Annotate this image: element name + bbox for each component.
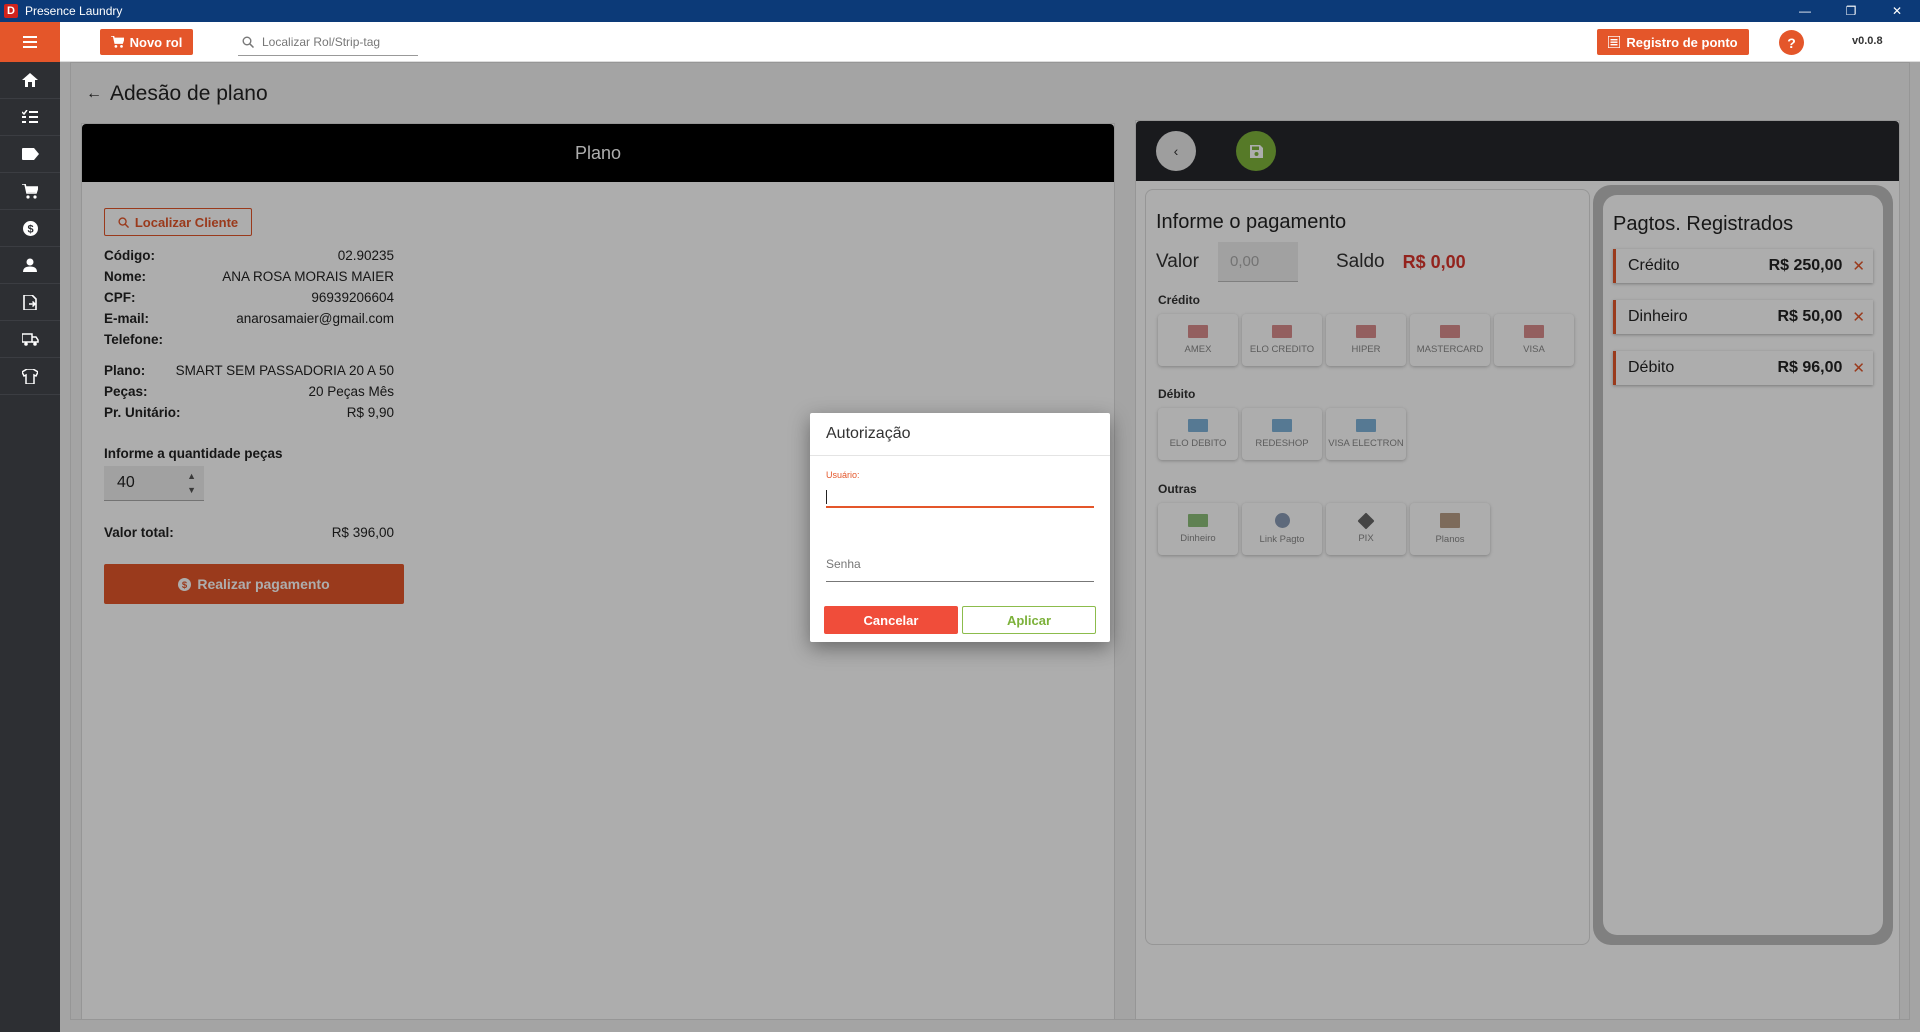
restore-icon[interactable]: ❐ xyxy=(1828,0,1874,22)
senha-placeholder: Senha xyxy=(826,557,861,571)
sidebar-item-checklist[interactable] xyxy=(0,99,60,136)
search-icon xyxy=(242,36,254,48)
novo-rol-button[interactable]: Novo rol xyxy=(100,29,193,55)
usuario-input[interactable] xyxy=(826,480,1094,508)
document-icon xyxy=(23,294,37,310)
registro-label: Registro de ponto xyxy=(1626,34,1738,50)
sidebar-item-home[interactable] xyxy=(0,62,60,99)
shirt-icon xyxy=(22,368,38,384)
tag-icon xyxy=(21,148,39,160)
help-icon[interactable]: ? xyxy=(1779,30,1804,55)
topbar: Novo rol Localizar Rol/Strip-tag Registr… xyxy=(60,22,1920,62)
search-input[interactable]: Localizar Rol/Strip-tag xyxy=(238,28,418,56)
dialog-title: Autorização xyxy=(810,413,1110,456)
sidebar-item-tag[interactable] xyxy=(0,136,60,173)
novo-rol-label: Novo rol xyxy=(129,34,183,50)
svg-text:$: $ xyxy=(27,223,33,235)
sidebar-item-person[interactable] xyxy=(0,247,60,284)
registro-de-ponto-button[interactable]: Registro de ponto xyxy=(1597,29,1749,55)
sidebar-item-delivery[interactable] xyxy=(0,321,60,358)
list-icon xyxy=(1608,36,1621,48)
search-placeholder: Localizar Rol/Strip-tag xyxy=(262,34,381,49)
minimize-icon[interactable]: — xyxy=(1782,0,1828,22)
app-logo-icon: D xyxy=(4,4,18,18)
authorization-dialog: Autorização Usuário: Senha Cancelar Apli… xyxy=(810,413,1110,642)
sidebar-item-cart[interactable] xyxy=(0,173,60,210)
window-controls: — ❐ ✕ xyxy=(1782,0,1920,22)
senha-input[interactable]: Senha xyxy=(826,548,1094,582)
checklist-icon xyxy=(22,110,38,123)
home-icon xyxy=(22,73,38,87)
sidebar-item-document[interactable] xyxy=(0,284,60,321)
sidebar-item-clothing[interactable] xyxy=(0,358,60,395)
dollar-icon: $ xyxy=(22,220,38,236)
close-icon[interactable]: ✕ xyxy=(1874,0,1920,22)
sidebar-item-finance[interactable]: $ xyxy=(0,210,60,247)
cart-icon xyxy=(22,183,38,199)
usuario-field[interactable]: Usuário: xyxy=(826,470,1094,508)
cart-icon xyxy=(110,36,124,48)
hamburger-menu-icon[interactable] xyxy=(0,22,60,62)
usuario-label: Usuário: xyxy=(826,470,860,480)
sidebar: $ xyxy=(0,22,60,1032)
text-cursor xyxy=(826,490,827,504)
window-title: Presence Laundry xyxy=(25,4,123,18)
window-titlebar: D Presence Laundry — ❐ ✕ xyxy=(0,0,1920,22)
apply-button[interactable]: Aplicar xyxy=(962,606,1096,634)
cancel-button[interactable]: Cancelar xyxy=(824,606,958,634)
version-label: v0.0.8 xyxy=(1852,35,1883,47)
truck-icon xyxy=(21,333,39,346)
person-icon xyxy=(23,258,37,272)
